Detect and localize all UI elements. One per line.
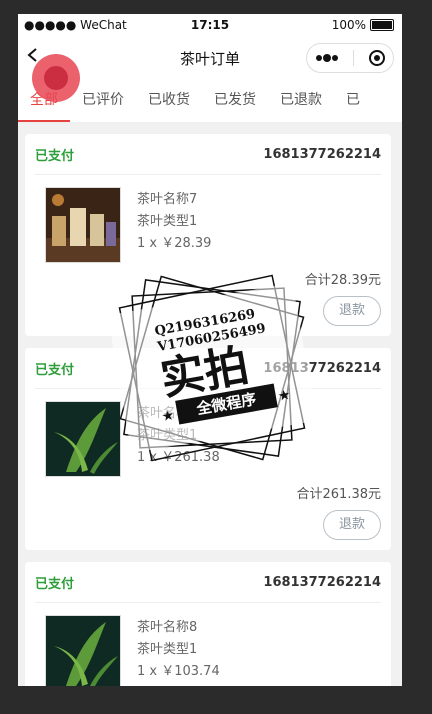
- order-status: 已支付: [35, 576, 75, 592]
- order-card[interactable]: 已支付 1681377262214 茶叶名称11 茶叶类型1 1 x ￥261.…: [25, 348, 391, 550]
- battery-indicator: 100%: [332, 18, 394, 32]
- tea-type: 茶叶类型1: [137, 214, 198, 229]
- order-item[interactable]: 茶叶名称11 茶叶类型1 1 x ￥261.38: [35, 389, 381, 477]
- tea-leaf-photo: [45, 615, 121, 686]
- status-bar: ●●●●● WeChat 17:15 100%: [18, 14, 402, 38]
- order-header: 已支付 1681377262214: [35, 348, 381, 389]
- order-list: 已支付 1681377262214 茶叶名称7 茶叶类型1 1 x ￥28.39: [25, 134, 391, 686]
- order-header: 已支付 1681377262214: [35, 562, 381, 603]
- order-total: 合计28.39元: [304, 273, 381, 288]
- tab-refunded[interactable]: 已退款: [268, 78, 334, 122]
- order-card[interactable]: 已支付 1681377262214 茶叶名称8 茶叶类型1 1 x ￥103.7…: [25, 562, 391, 686]
- quantity-price: 1 x ￥261.38: [137, 450, 220, 465]
- tab-received[interactable]: 已收货: [136, 78, 202, 122]
- battery-percent: 100%: [331, 18, 366, 32]
- miniprogram-capsule: [306, 43, 394, 73]
- touch-indicator: [32, 54, 80, 102]
- tab-more[interactable]: 已: [334, 78, 372, 122]
- tea-name: 茶叶名称7: [137, 192, 198, 207]
- phone-screen: ●●●●● WeChat 17:15 100% 茶叶订单 全部 已评价 已收货 …: [18, 14, 402, 686]
- tab-shipped[interactable]: 已发货: [202, 78, 268, 122]
- tab-reviewed[interactable]: 已评价: [70, 78, 136, 122]
- order-item[interactable]: 茶叶名称8 茶叶类型1 1 x ￥103.74: [35, 603, 381, 686]
- quantity-price: 1 x ￥103.74: [137, 664, 220, 679]
- battery-icon: [370, 19, 394, 31]
- tea-type: 茶叶类型1: [137, 642, 198, 657]
- refund-button[interactable]: 退款: [323, 510, 381, 540]
- order-card[interactable]: 已支付 1681377262214 茶叶名称7 茶叶类型1 1 x ￥28.39: [25, 134, 391, 336]
- tea-type: 茶叶类型1: [137, 428, 198, 443]
- item-info: 茶叶名称7 茶叶类型1 1 x ￥28.39: [137, 187, 211, 263]
- close-miniprogram-icon[interactable]: [368, 49, 386, 67]
- order-actions: 退款: [35, 502, 381, 550]
- refund-button[interactable]: 退款: [323, 296, 381, 326]
- more-icon[interactable]: [314, 53, 340, 63]
- quantity-price: 1 x ￥28.39: [137, 236, 212, 251]
- tea-leaf-photo: [45, 401, 121, 477]
- order-header: 已支付 1681377262214: [35, 134, 381, 175]
- item-info: 茶叶名称8 茶叶类型1 1 x ￥103.74: [137, 615, 220, 686]
- order-status: 已支付: [35, 148, 75, 164]
- order-number: 1681377262214: [263, 360, 381, 376]
- capsule-divider: [353, 50, 355, 66]
- order-actions: 退款: [35, 288, 381, 336]
- order-item[interactable]: 茶叶名称7 茶叶类型1 1 x ￥28.39: [35, 175, 381, 263]
- item-info: 茶叶名称11 茶叶类型1 1 x ￥261.38: [137, 401, 220, 477]
- order-number: 1681377262214: [263, 574, 381, 590]
- tea-name: 茶叶名称11: [137, 406, 206, 421]
- tea-name: 茶叶名称8: [137, 620, 198, 635]
- boxed-tea-photo: [45, 187, 121, 263]
- order-number: 1681377262214: [263, 146, 381, 162]
- order-status: 已支付: [35, 362, 75, 378]
- order-total: 合计261.38元: [296, 487, 382, 502]
